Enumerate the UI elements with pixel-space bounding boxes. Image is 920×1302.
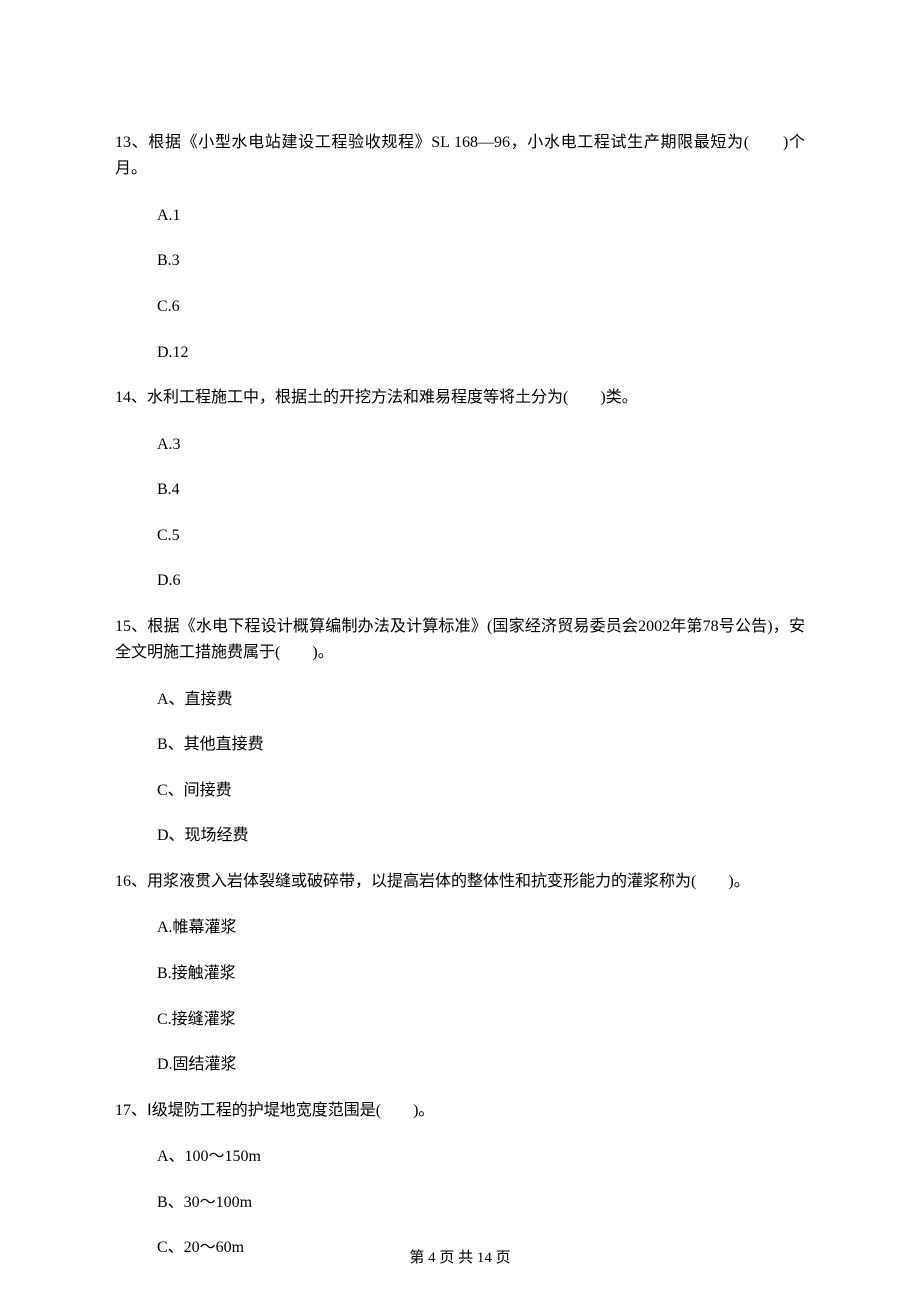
option-d: D.12	[157, 340, 805, 366]
blank: ( )	[744, 134, 789, 151]
page-footer: 第 4 页 共 14 页	[0, 1246, 920, 1267]
question-15: 15、根据《水电下程设计概算编制办法及计算标准》(国家经济贸易委员会2002年第…	[115, 614, 805, 849]
question-17: 17、Ⅰ级堤防工程的护堤地宽度范围是( )。 A、100～150m B、30～1…	[115, 1098, 805, 1261]
option-b: B.4	[157, 477, 805, 503]
option-a: A.3	[157, 432, 805, 458]
stem-post: 类。	[606, 389, 638, 406]
option-d: D、现场经费	[157, 823, 805, 849]
option-c: C.接缝灌浆	[157, 1007, 805, 1033]
options: A.3 B.4 C.5 D.6	[115, 432, 805, 594]
option-a: A、100～150m	[157, 1144, 805, 1170]
stem-post: 。	[734, 873, 750, 890]
question-13: 13、根据《小型水电站建设工程验收规程》SL 168—96，小水电工程试生产期限…	[115, 130, 805, 365]
question-16: 16、用浆液贯入岩体裂缝或破碎带，以提高岩体的整体性和抗变形能力的灌浆称为( )…	[115, 869, 805, 1078]
option-c: C、间接费	[157, 778, 805, 804]
stem-post: 。	[418, 1102, 434, 1119]
option-b: B.接触灌浆	[157, 961, 805, 987]
option-d: D.固结灌浆	[157, 1052, 805, 1078]
option-c: C.6	[157, 294, 805, 320]
stem-pre: 16、用浆液贯入岩体裂缝或破碎带，以提高岩体的整体性和抗变形能力的灌浆称为	[115, 873, 691, 890]
question-stem: 15、根据《水电下程设计概算编制办法及计算标准》(国家经济贸易委员会2002年第…	[115, 614, 805, 667]
options: A、直接费 B、其他直接费 C、间接费 D、现场经费	[115, 687, 805, 849]
blank: ( )	[563, 389, 606, 406]
options: A.帷幕灌浆 B.接触灌浆 C.接缝灌浆 D.固结灌浆	[115, 915, 805, 1077]
option-c: C.5	[157, 523, 805, 549]
stem-pre: 15、根据《水电下程设计概算编制办法及计算标准》(国家经济贸易委员会2002年第…	[115, 618, 805, 661]
option-b: B、30～100m	[157, 1190, 805, 1216]
stem-pre: 17、Ⅰ级堤防工程的护堤地宽度范围是	[115, 1102, 376, 1119]
page: 13、根据《小型水电站建设工程验收规程》SL 168—96，小水电工程试生产期限…	[0, 0, 920, 1302]
options: A.1 B.3 C.6 D.12	[115, 203, 805, 365]
option-b: B、其他直接费	[157, 732, 805, 758]
question-stem: 14、水利工程施工中，根据土的开挖方法和难易程度等将土分为( )类。	[115, 385, 805, 411]
stem-post: 。	[318, 644, 334, 661]
option-a: A.帷幕灌浆	[157, 915, 805, 941]
question-stem: 17、Ⅰ级堤防工程的护堤地宽度范围是( )。	[115, 1098, 805, 1124]
blank: ( )	[376, 1102, 419, 1119]
question-stem: 16、用浆液贯入岩体裂缝或破碎带，以提高岩体的整体性和抗变形能力的灌浆称为( )…	[115, 869, 805, 895]
option-a: A.1	[157, 203, 805, 229]
stem-pre: 13、根据《小型水电站建设工程验收规程》SL 168—96，小水电工程试生产期限…	[115, 134, 744, 151]
question-stem: 13、根据《小型水电站建设工程验收规程》SL 168—96，小水电工程试生产期限…	[115, 130, 805, 183]
question-14: 14、水利工程施工中，根据土的开挖方法和难易程度等将土分为( )类。 A.3 B…	[115, 385, 805, 594]
option-d: D.6	[157, 568, 805, 594]
blank: ( )	[275, 644, 318, 661]
stem-pre: 14、水利工程施工中，根据土的开挖方法和难易程度等将土分为	[115, 389, 563, 406]
blank: ( )	[691, 873, 734, 890]
option-b: B.3	[157, 248, 805, 274]
options: A、100～150m B、30～100m C、20～60m	[115, 1144, 805, 1261]
option-a: A、直接费	[157, 687, 805, 713]
